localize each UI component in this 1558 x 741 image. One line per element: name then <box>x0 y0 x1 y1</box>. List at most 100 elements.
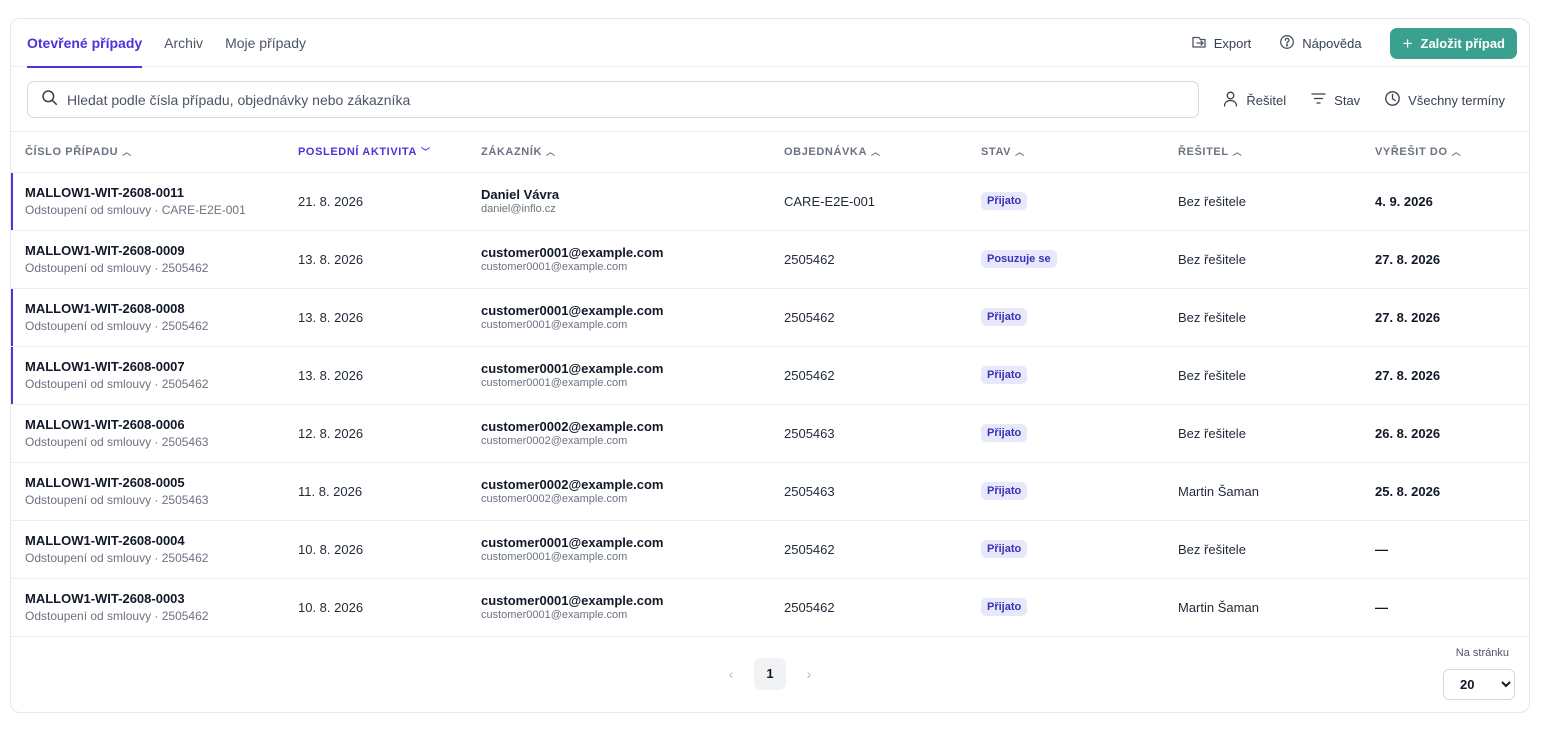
status-badge: Přijato <box>981 482 1028 500</box>
cell-deadline: 27. 8. 2026 <box>1375 346 1529 405</box>
col-case-number[interactable]: ČÍSLO PŘÍPADU ︿ <box>11 132 298 173</box>
col-status[interactable]: STAV ︿ <box>981 132 1178 173</box>
status-filter[interactable]: Stav <box>1310 90 1360 110</box>
create-case-button[interactable]: + Založit případ <box>1389 28 1517 59</box>
status-badge: Přijato <box>981 308 1028 326</box>
cell-deadline: 26. 8. 2026 <box>1375 404 1529 463</box>
case-id[interactable]: MALLOW1-WIT-2608-0006 <box>25 417 298 432</box>
customer-name: customer0001@example.com <box>481 245 664 260</box>
customer-email: customer0002@example.com <box>481 493 628 505</box>
per-page-select[interactable]: 20 <box>1443 668 1515 700</box>
help-button[interactable]: Nápověda <box>1279 34 1362 53</box>
table-row[interactable]: MALLOW1-WIT-2608-0005 Odstoupení od smlo… <box>11 462 1529 521</box>
cell-case-number: MALLOW1-WIT-2608-0008 Odstoupení od smlo… <box>11 288 298 347</box>
col-last-activity-label: POSLEDNÍ AKTIVITA <box>298 145 417 158</box>
col-assignee[interactable]: ŘEŠITEL ︿ <box>1178 132 1375 173</box>
customer-name: customer0002@example.com <box>481 477 664 492</box>
cell-last-activity: 11. 8. 2026 <box>298 462 481 521</box>
case-subtitle: Odstoupení od smlouvy · 2505462 <box>25 261 209 275</box>
clock-icon <box>1384 90 1401 110</box>
tab-archive[interactable]: Archiv <box>164 19 203 67</box>
cell-status: Přijato <box>981 288 1178 347</box>
cell-deadline: 27. 8. 2026 <box>1375 288 1529 347</box>
col-deadline[interactable]: VYŘEŠIT DO ︿ <box>1375 132 1529 173</box>
table-row[interactable]: MALLOW1-WIT-2608-0011 Odstoupení od smlo… <box>11 172 1529 231</box>
assignee-filter-label: Řešitel <box>1246 92 1287 108</box>
cell-customer: customer0001@example.com customer0001@ex… <box>481 230 784 289</box>
case-subtitle: Odstoupení od smlouvy · 2505462 <box>25 377 209 391</box>
case-subtitle: Odstoupení od smlouvy · 2505463 <box>25 493 209 507</box>
prev-page-icon[interactable]: ‹ <box>722 666 740 682</box>
status-badge: Posuzuje se <box>981 250 1057 268</box>
cell-order: 2505462 <box>784 230 981 289</box>
case-subtitle: Odstoupení od smlouvy · CARE-E2E-001 <box>25 203 246 217</box>
deadline-filter-label: Všechny termíny <box>1408 92 1505 108</box>
search-icon <box>41 89 58 111</box>
status-badge: Přijato <box>981 366 1028 384</box>
tab-list: Otevřené případy Archiv Moje případy <box>27 19 306 68</box>
case-id[interactable]: MALLOW1-WIT-2608-0009 <box>25 243 298 258</box>
sort-up-icon: ︿ <box>546 147 556 158</box>
cell-case-number: MALLOW1-WIT-2608-0006 Odstoupení od smlo… <box>11 404 298 463</box>
col-order[interactable]: OBJEDNÁVKA ︿ <box>784 132 981 173</box>
cell-deadline: 27. 8. 2026 <box>1375 230 1529 289</box>
case-id[interactable]: MALLOW1-WIT-2608-0007 <box>25 359 298 374</box>
customer-name: customer0001@example.com <box>481 303 664 318</box>
cell-last-activity: 12. 8. 2026 <box>298 404 481 463</box>
table-row[interactable]: MALLOW1-WIT-2608-0003 Odstoupení od smlo… <box>11 578 1529 637</box>
cell-customer: customer0001@example.com customer0001@ex… <box>481 578 784 637</box>
case-id[interactable]: MALLOW1-WIT-2608-0004 <box>25 533 298 548</box>
cell-deadline: — <box>1375 578 1529 637</box>
case-id[interactable]: MALLOW1-WIT-2608-0003 <box>25 591 298 606</box>
tab-my-cases[interactable]: Moje případy <box>225 19 306 67</box>
cell-assignee: Bez řešitele <box>1178 172 1375 231</box>
col-customer[interactable]: ZÁKAZNÍK ︿ <box>481 132 784 173</box>
col-last-activity[interactable]: POSLEDNÍ AKTIVITA ﹀ <box>298 132 481 173</box>
status-badge: Přijato <box>981 598 1028 616</box>
cell-order: 2505462 <box>784 520 981 579</box>
per-page-label: Na stránku <box>1455 646 1509 659</box>
case-id[interactable]: MALLOW1-WIT-2608-0005 <box>25 475 298 490</box>
cases-panel: Otevřené případy Archiv Moje případy Exp… <box>10 18 1530 713</box>
cell-order: 2505463 <box>784 462 981 521</box>
cell-deadline: — <box>1375 520 1529 579</box>
search-input[interactable] <box>67 91 1198 108</box>
sort-up-icon: ︿ <box>1232 147 1243 158</box>
deadline-filter[interactable]: Všechny termíny <box>1384 90 1505 110</box>
table-row[interactable]: MALLOW1-WIT-2608-0006 Odstoupení od smlo… <box>11 404 1529 463</box>
cell-customer: customer0002@example.com customer0002@ex… <box>481 404 784 463</box>
next-page-icon[interactable]: › <box>800 666 818 682</box>
cell-deadline: 4. 9. 2026 <box>1375 172 1529 231</box>
search-row: Řešitel Stav Všechny termíny <box>11 67 1529 132</box>
table-row[interactable]: MALLOW1-WIT-2608-0009 Odstoupení od smlo… <box>11 230 1529 289</box>
cell-customer: customer0001@example.com customer0001@ex… <box>481 288 784 347</box>
case-subtitle: Odstoupení od smlouvy · 2505463 <box>25 435 209 449</box>
table-row[interactable]: MALLOW1-WIT-2608-0008 Odstoupení od smlo… <box>11 288 1529 347</box>
export-icon <box>1191 34 1207 53</box>
cell-status: Přijato <box>981 172 1178 231</box>
cell-assignee: Bez řešitele <box>1178 288 1375 347</box>
cell-last-activity: 10. 8. 2026 <box>298 578 481 637</box>
col-deadline-label: VYŘEŠIT DO <box>1375 145 1448 158</box>
page-button-current[interactable]: 1 <box>754 657 786 690</box>
tab-open-cases[interactable]: Otevřené případy <box>27 19 143 68</box>
case-id[interactable]: MALLOW1-WIT-2608-0008 <box>25 301 298 316</box>
status-badge: Přijato <box>981 424 1028 442</box>
create-case-label: Založit případ <box>1420 36 1506 51</box>
col-customer-label: ZÁKAZNÍK <box>481 145 543 158</box>
cell-status: Přijato <box>981 462 1178 521</box>
table-row[interactable]: MALLOW1-WIT-2608-0004 Odstoupení od smlo… <box>11 520 1529 579</box>
col-case-number-label: ČÍSLO PŘÍPADU <box>25 145 119 158</box>
sort-up-icon: ︿ <box>122 147 132 158</box>
sort-up-icon: ︿ <box>871 147 881 158</box>
cell-order: 2505462 <box>784 288 981 347</box>
search-box <box>27 81 1199 118</box>
cell-last-activity: 13. 8. 2026 <box>298 288 481 347</box>
cell-assignee: Bez řešitele <box>1178 230 1375 289</box>
export-button[interactable]: Export <box>1191 34 1251 53</box>
assignee-filter[interactable]: Řešitel <box>1222 90 1286 110</box>
cell-case-number: MALLOW1-WIT-2608-0011 Odstoupení od smlo… <box>11 172 298 231</box>
table-row[interactable]: MALLOW1-WIT-2608-0007 Odstoupení od smlo… <box>11 346 1529 405</box>
case-id[interactable]: MALLOW1-WIT-2608-0011 <box>25 185 298 200</box>
status-badge: Přijato <box>981 540 1028 558</box>
